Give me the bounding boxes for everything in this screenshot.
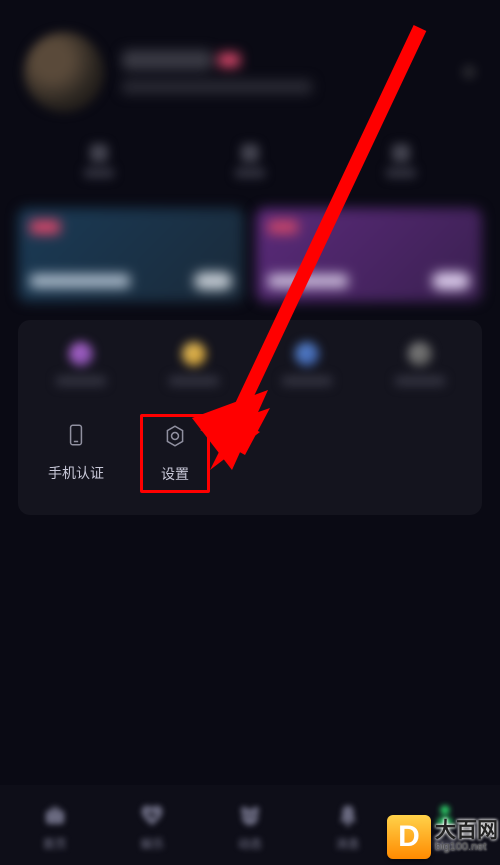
promo-card-1[interactable] xyxy=(18,208,244,302)
phone-auth-button[interactable]: 手机认证 xyxy=(36,414,116,493)
tab-label: 消息 xyxy=(336,835,360,852)
stat-item[interactable] xyxy=(235,144,265,178)
chevron-right-icon xyxy=(462,65,476,79)
profile-header[interactable] xyxy=(18,20,482,124)
tv-icon xyxy=(40,801,70,831)
action-item[interactable] xyxy=(262,342,352,386)
tab-label: 首页 xyxy=(43,835,67,852)
watermark-sub: big100.net xyxy=(435,842,498,854)
settings-button[interactable]: 设置 xyxy=(140,414,210,493)
stats-row xyxy=(18,124,482,198)
promo-card-2[interactable] xyxy=(256,208,482,302)
user-badge xyxy=(218,53,240,67)
bell-icon xyxy=(333,801,363,831)
bear-icon xyxy=(235,801,265,831)
tab-feed[interactable]: 动态 xyxy=(201,801,299,852)
avatar[interactable] xyxy=(24,32,104,112)
heart-icon xyxy=(137,801,167,831)
phone-icon xyxy=(63,422,89,453)
tab-label: 动态 xyxy=(238,835,262,852)
phone-auth-label: 手机认证 xyxy=(48,463,104,483)
action-item[interactable] xyxy=(375,342,465,386)
tab-entertainment[interactable]: 娱乐 xyxy=(104,801,202,852)
action-item[interactable] xyxy=(149,342,239,386)
promo-cards xyxy=(18,208,482,302)
settings-label: 设置 xyxy=(161,464,189,484)
tab-messages[interactable]: 消息 xyxy=(299,801,397,852)
gear-icon xyxy=(162,423,188,454)
watermark: D 大百网 big100.net xyxy=(387,815,498,859)
tab-label: 娱乐 xyxy=(140,835,164,852)
actions-panel: 手机认证 设置 xyxy=(18,320,482,515)
tab-home[interactable]: 首页 xyxy=(6,801,104,852)
actions-row-1 xyxy=(18,328,482,400)
watermark-title: 大百网 xyxy=(435,820,498,842)
watermark-logo: D xyxy=(387,815,431,859)
stat-item[interactable] xyxy=(84,144,114,178)
action-item[interactable] xyxy=(36,342,126,386)
actions-row-2: 手机认证 设置 xyxy=(18,400,482,507)
profile-info xyxy=(122,50,476,94)
username xyxy=(122,50,212,70)
stat-item[interactable] xyxy=(386,144,416,178)
user-subtitle xyxy=(122,80,312,94)
